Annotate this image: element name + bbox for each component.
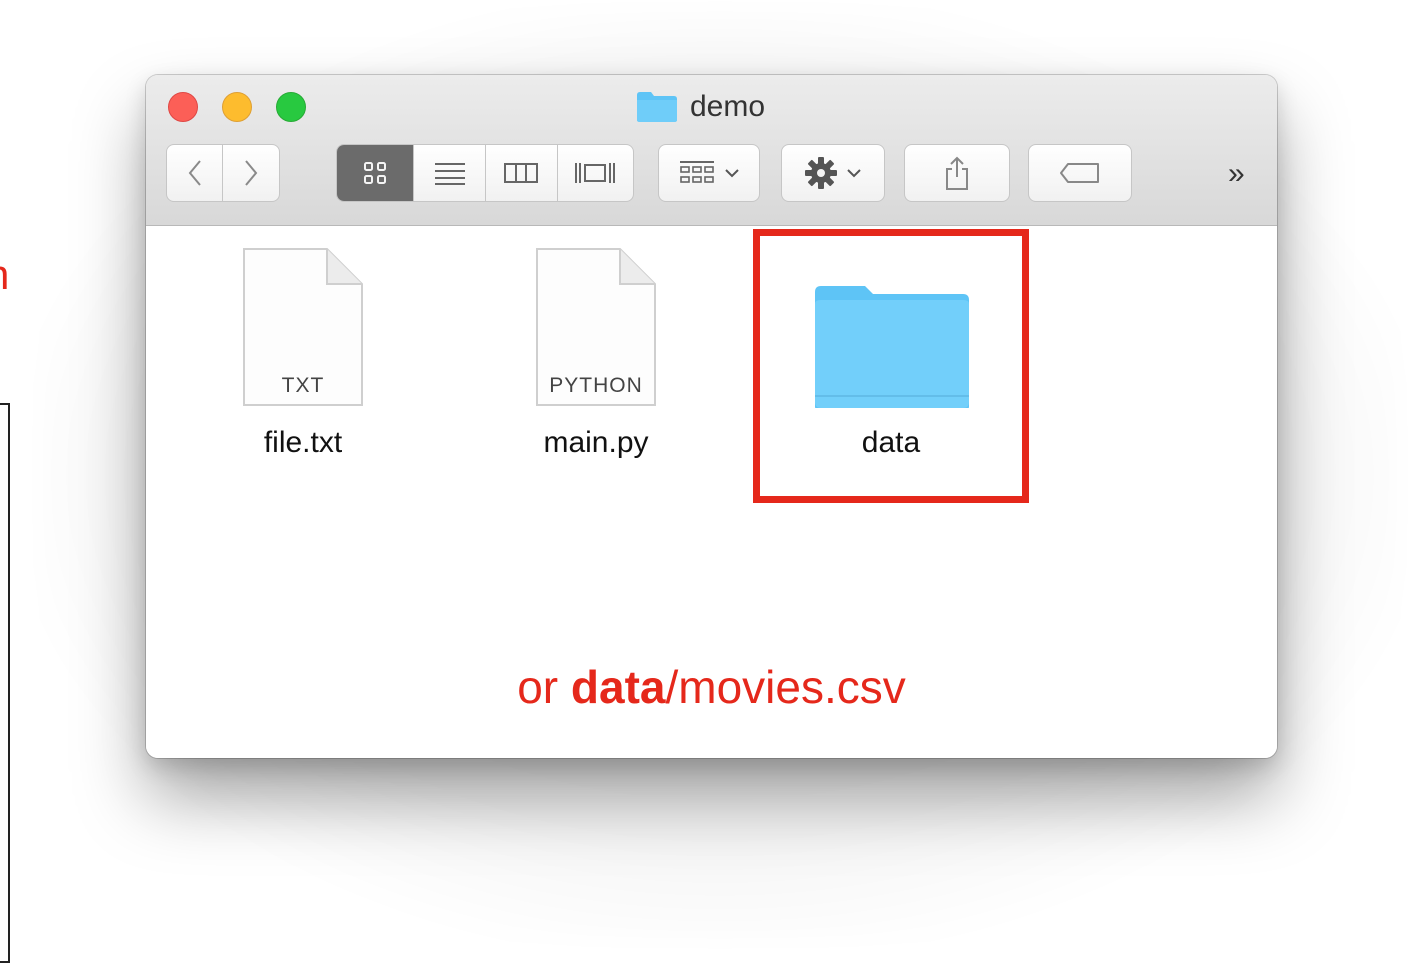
chevron-down-icon <box>725 169 739 178</box>
finder-window: demo » TXT file.txt PYTHON main.py data … <box>146 75 1277 758</box>
grid-icon <box>364 162 387 184</box>
forward-button[interactable] <box>223 145 279 201</box>
icon-view-button[interactable] <box>337 145 415 201</box>
file-name: main.py <box>543 426 649 459</box>
document-icon: PYTHON <box>534 246 658 408</box>
window-title: demo <box>636 87 765 127</box>
action-button[interactable] <box>781 144 885 202</box>
share-icon <box>946 156 968 190</box>
gear-icon <box>805 157 837 189</box>
caption-suffix: /movies.csv <box>665 661 906 713</box>
caption-prefix: or <box>517 661 571 713</box>
columns-icon <box>504 163 539 183</box>
back-forward-control <box>166 144 280 202</box>
title-bar: demo » <box>146 75 1277 226</box>
list-view-button[interactable] <box>414 145 486 201</box>
file-browser-area: TXT file.txt PYTHON main.py data or data… <box>146 226 1277 758</box>
share-button[interactable] <box>904 144 1010 202</box>
file-item[interactable]: TXT file.txt <box>203 246 403 460</box>
file-item[interactable]: PYTHON main.py <box>496 246 696 460</box>
cover-flow-button[interactable] <box>558 145 633 201</box>
file-type-label: PYTHON <box>549 374 643 397</box>
toolbar-overflow-button[interactable]: » <box>1228 157 1245 191</box>
chevron-right-icon <box>245 160 258 186</box>
chevron-down-icon <box>847 169 861 178</box>
cropped-annotation-text: n <box>0 248 16 302</box>
minimize-window-button[interactable] <box>222 92 252 122</box>
folder-icon <box>636 91 678 123</box>
arrange-button[interactable] <box>658 144 760 202</box>
list-icon <box>434 163 465 185</box>
caption-highlight: data <box>570 661 666 713</box>
annotation-caption: or data/movies.csv <box>146 660 1277 714</box>
close-window-button[interactable] <box>168 92 198 122</box>
cropped-outline-box <box>0 403 10 963</box>
file-name: file.txt <box>263 426 343 459</box>
document-icon: TXT <box>241 246 365 408</box>
tag-icon <box>1060 163 1099 183</box>
view-mode-control <box>336 144 634 202</box>
arrange-icon <box>680 161 714 183</box>
file-type-label: TXT <box>281 374 325 397</box>
window-title-text: demo <box>690 90 766 123</box>
back-button[interactable] <box>167 145 224 201</box>
zoom-window-button[interactable] <box>276 92 306 122</box>
chevron-left-icon <box>188 160 201 186</box>
highlight-box <box>753 229 1029 503</box>
tags-button[interactable] <box>1028 144 1132 202</box>
column-view-button[interactable] <box>486 145 558 201</box>
cover-flow-icon <box>575 163 616 183</box>
